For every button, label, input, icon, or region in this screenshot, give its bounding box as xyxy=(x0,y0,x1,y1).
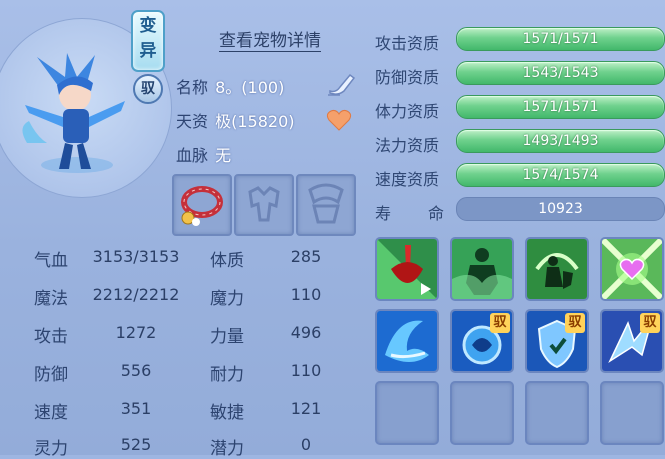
name-row: 名称 8。(100) xyxy=(176,74,284,98)
defense-aptitude-bar: 1543/1543 xyxy=(456,61,665,85)
stamina-aptitude-value: 1571/1571 xyxy=(522,99,599,115)
mp-label: 魔法 xyxy=(34,289,68,309)
stamina-aptitude-bar: 1571/1571 xyxy=(456,95,665,119)
empty-armor-slot-icon xyxy=(248,186,280,222)
endurance-value: 110 xyxy=(290,361,322,380)
mana-aptitude-bar: 1493/1493 xyxy=(456,129,665,153)
speed-aptitude-label: 速度资质 xyxy=(375,170,440,189)
spirit-label: 灵力 xyxy=(34,439,68,459)
skill-slot-8[interactable]: 驭 xyxy=(600,309,664,373)
hp-value: 3153/3153 xyxy=(92,247,180,266)
agility-value: 121 xyxy=(290,399,322,418)
attack-aptitude-bar: 1571/1571 xyxy=(456,27,665,51)
bloodline-value: 无 xyxy=(215,146,232,165)
defense-value: 556 xyxy=(120,361,152,380)
skill-slot-3[interactable] xyxy=(525,237,589,301)
skill-slot-2[interactable] xyxy=(450,237,514,301)
hp-label: 气血 xyxy=(34,251,68,271)
stamina-aptitude-label: 体力资质 xyxy=(375,102,440,121)
red-beaded-collar-icon xyxy=(181,186,223,226)
edit-name-icon[interactable] xyxy=(326,71,356,97)
mana-aptitude-value: 1493/1493 xyxy=(522,133,599,149)
aptitude-row: 天资 极(15820) xyxy=(176,108,295,132)
defense-aptitude-value: 1543/1543 xyxy=(522,65,599,81)
speed-value: 351 xyxy=(120,399,152,418)
lifespan-bar: 10923 xyxy=(456,197,665,221)
skill-slot-1[interactable] xyxy=(375,237,439,301)
speed-aptitude-bar: 1574/1574 xyxy=(456,163,665,187)
skill-slot-11[interactable] xyxy=(525,381,589,445)
skill-slot-12[interactable] xyxy=(600,381,664,445)
lifespan-label-a: 寿 xyxy=(375,204,392,223)
blood-drain-skill-icon xyxy=(377,239,437,299)
attack-aptitude-value: 1571/1571 xyxy=(522,31,599,47)
name-label: 名称 xyxy=(176,78,209,97)
name-value: 8。(100) xyxy=(215,78,285,97)
empty-accessory-slot-icon xyxy=(308,183,344,224)
yu-skill-badge: 驭 xyxy=(490,313,510,333)
heart-aura-skill-icon xyxy=(602,239,662,299)
attack-value: 1272 xyxy=(115,323,157,342)
skill-slot-9[interactable] xyxy=(375,381,439,445)
aptitude-label: 天资 xyxy=(176,112,209,131)
strength-value: 496 xyxy=(290,323,322,342)
heart-icon[interactable] xyxy=(326,108,352,132)
magic-value: 110 xyxy=(290,285,322,304)
attack-aptitude-label: 攻击资质 xyxy=(375,34,440,53)
bloodline-row: 血脉 无 xyxy=(176,142,231,166)
skill-slot-7[interactable]: 驭 xyxy=(525,309,589,373)
potential-value: 0 xyxy=(300,435,312,454)
skill-slot-6[interactable]: 驭 xyxy=(450,309,514,373)
yu-skill-badge: 驭 xyxy=(640,313,660,333)
yu-badge: 驭 xyxy=(133,74,163,104)
mp-value: 2212/2212 xyxy=(92,285,180,304)
constitution-value: 285 xyxy=(290,247,322,266)
shadow-clone-skill-icon xyxy=(452,239,512,299)
skill-slot-5[interactable] xyxy=(375,309,439,373)
agility-label: 敏捷 xyxy=(210,403,244,423)
equip-slot-3[interactable] xyxy=(296,174,356,236)
speed-label: 速度 xyxy=(34,403,68,423)
spirit-value: 525 xyxy=(120,435,152,454)
yu-skill-badge: 驭 xyxy=(565,313,585,333)
magic-label: 魔力 xyxy=(210,289,244,309)
equip-slot-2[interactable] xyxy=(234,174,294,236)
water-wave-skill-icon xyxy=(377,311,437,371)
aptitude-value: 极(15820) xyxy=(215,112,295,131)
mutation-tag: 变异 xyxy=(131,10,165,72)
attack-label: 攻击 xyxy=(34,327,68,347)
lifespan-value: 10923 xyxy=(538,201,583,217)
endurance-label: 耐力 xyxy=(210,365,244,385)
defense-aptitude-label: 防御资质 xyxy=(375,68,440,87)
skill-slot-4[interactable] xyxy=(600,237,664,301)
pet-character-image xyxy=(22,53,125,173)
shield-warrior-skill-icon xyxy=(527,239,587,299)
defense-label: 防御 xyxy=(34,365,68,385)
bloodline-label: 血脉 xyxy=(176,146,209,165)
strength-label: 力量 xyxy=(210,327,244,347)
constitution-label: 体质 xyxy=(210,251,244,271)
equip-slot-1[interactable] xyxy=(172,174,232,236)
speed-aptitude-value: 1574/1574 xyxy=(522,167,599,183)
pet-detail-link[interactable]: 查看宠物详情 xyxy=(219,26,321,51)
lifespan-label-b: 命 xyxy=(428,204,445,223)
potential-label: 潜力 xyxy=(210,439,244,459)
mutation-tag-text: 变异 xyxy=(139,16,157,61)
pet-info-panel: 变异 驭 查看宠物详情 名称 8。(100) 天资 极(15820) 血脉 无 xyxy=(0,0,665,459)
skill-slot-10[interactable] xyxy=(450,381,514,445)
mana-aptitude-label: 法力资质 xyxy=(375,136,440,155)
